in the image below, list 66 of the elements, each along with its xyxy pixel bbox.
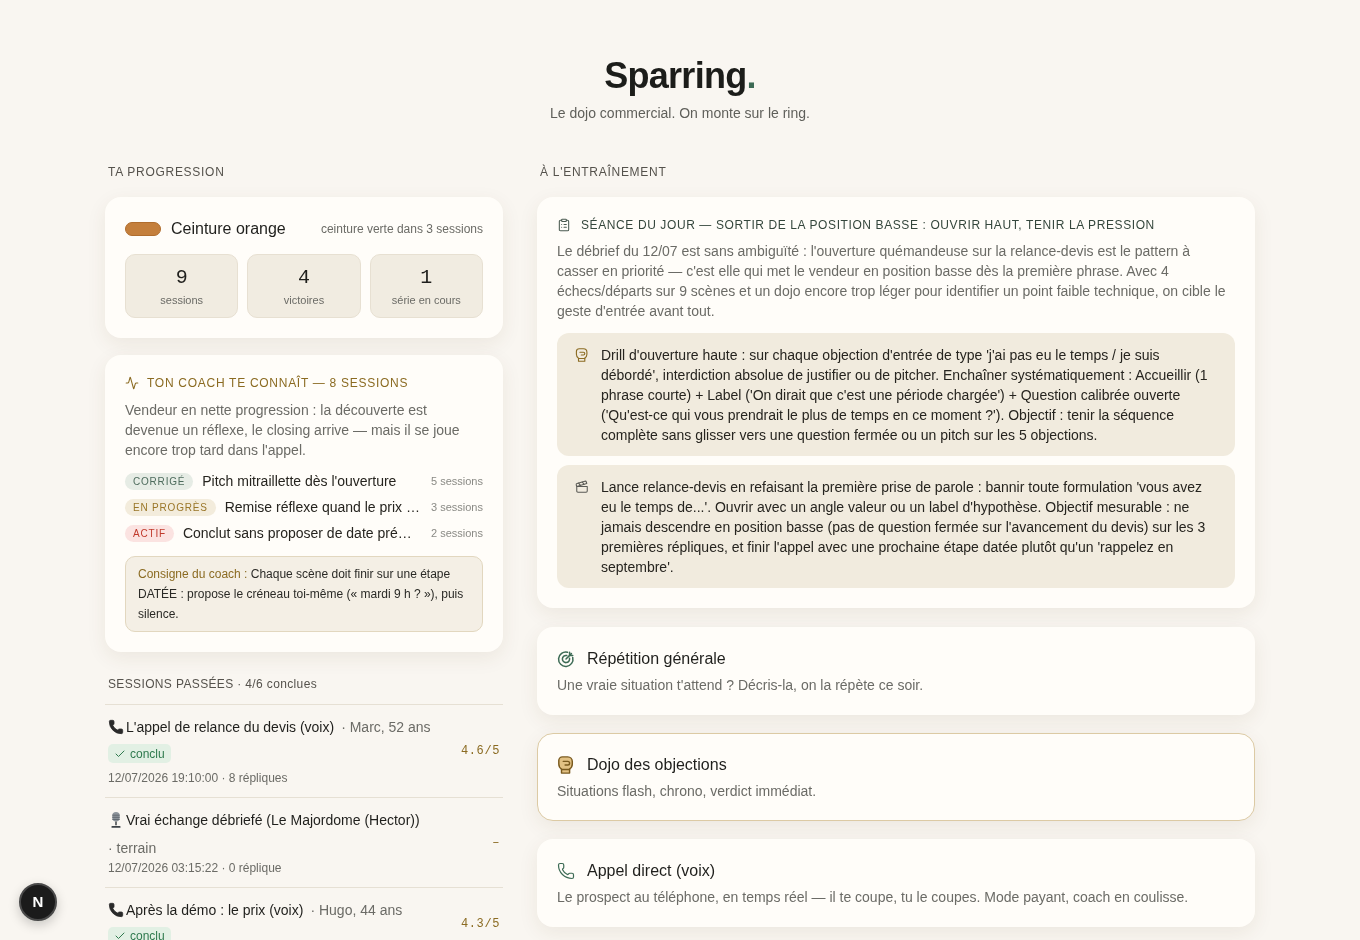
target-icon [557,650,575,668]
session-row[interactable]: Après la démo : le prix (voix) · Hugo, 44 ans conclu 4.3/5 [105,886,503,940]
session-plan-title: SÉANCE DU JOUR — SORTIR DE LA POSITION BASSE : OUVRIR HAUT, TENIR LA PRESSION [581,217,1155,233]
status-badge: ACTIF [125,524,174,542]
clapperboard-icon [575,480,589,494]
session-meta: · terrain [108,838,157,858]
mode-title: Répétition générale [587,649,726,669]
weakness-label: Remise réflexe quand le prix … [224,498,421,517]
stat-value: 4 [298,265,310,291]
belt-icon [125,222,161,236]
drill-text: Lance relance-devis en refaisant la première prise de parole : bannir toute formulation 'vous avez eu le temps de...'. Ouvrir avec un angle valeur ou un label d'hypothèse. Objectif mesurable : ne jamais descendre en position basse (pas de question fermée sur l'avancement du devis) sur les 3 premières répliques, et finir l'appel avec une prochaine étape datée plutôt qu'un 'rappelez en septembre'. [601,478,1207,577]
weakness-label: Conclut sans proposer de date pré… [182,524,413,543]
stat-value: 9 [175,265,188,291]
belt-level: Ceinture orange [171,219,286,239]
mode-card[interactable]: Dojo des objections Situations flash, chrono, verdict immédiat. [537,733,1255,821]
session-plan-summary: Le débrief du 12/07 est sans ambiguïté : l'ouverture quémandeuse sur la relance-devis est le pattern à casser en priorité — c'est elle qui met le vendeur en position basse dès la première phrase. Avec 4 échecs/départs sur 9 scènes et un dojo encore trop léger pour identifier un point faible technique, on cible le geste d'entrée avant tout. [557,242,1227,321]
session-count: 3 sessions [431,500,483,515]
session-title: Vrai échange débriefé (Le Majordome (Hector)) [126,810,420,830]
app-title: Sparring. [604,54,756,98]
mode-description: Une vraie situation t'attend ? Décris-la, on la répète ce soir. [557,676,925,695]
session-score: – [492,834,500,851]
session-meta: · Hugo, 44 ans [310,900,403,920]
phone-icon [557,862,575,880]
check-icon [114,930,126,940]
status-text: conclu [130,745,165,762]
session-title: L'appel de relance du devis (voix) [126,718,335,737]
pulse-icon [125,376,139,390]
tagline: Le dojo commercial. On monte sur le ring. [550,104,810,123]
coach-instruction: Consigne du coach : Chaque scène doit finir sur une étape DATÉE : propose le créneau toi-même (« mardi 9 h ? »), puis silence. [125,556,483,632]
status-badge: EN PROGRÈS [125,498,216,516]
stat-label: sessions [160,293,204,308]
status-badge: CORRIGÉ [125,472,194,490]
session-row[interactable]: L'appel de relance du devis (voix) · Marc, 52 ans conclu 12/07/2026 19:10:00 · 8 répliques 4.6/5 [105,704,503,797]
mode-description: Le prospect au téléphone, en temps réel — il te coupe, tu le coupes. Mode payant, coach en coulisse. [557,888,1190,907]
dev-tools-button[interactable]: N [19,883,57,921]
drill-text: Drill d'ouverture haute : sur chaque objection d'entrée de type 'j'ai pas eu le temps / je suis débordé', interdiction absolue de justifier ou de pitcher. Enchaîner systématiquement : Accueillir (1 phrase courte) + Label ('On dirait que c'est une période chargée') + Question calibrée ouverte ('Qu'est-ce qui vous prendrait le plus de temps en ce moment ?'). Objectif : tenir la séquence complète sans glisser vers une question fermée ou un pitch sur les 5 objections. [601,346,1209,445]
weakness-label: Pitch mitraillette dès l'ouverture [202,472,398,491]
phone-icon [108,719,124,735]
session-details: 12/07/2026 19:10:00 · 8 répliques [108,769,289,786]
session-meta: · Marc, 52 ans [341,718,431,737]
session-row[interactable]: Vrai échange débriefé (Le Majordome (Hector)) · terrain 12/07/2026 03:15:22 · 0 réplique – [105,796,503,887]
session-count: 5 sessions [431,474,483,489]
section-heading: TA PROGRESSION [107,164,226,181]
coach-heading: TON COACH TE CONNAÎT — 8 SESSIONS [147,375,409,391]
mode-title: Dojo des objections [587,755,727,775]
session-count: 2 sessions [431,526,483,541]
coach-summary: Vendeur en nette progression : la découverte est devenue un réflexe, le closing arrive — mais il se joue encore trop tard dans l'appel. [125,401,461,460]
stat-label: victoires [283,293,325,308]
mode-card[interactable]: Répétition générale Une vraie situation t'attend ? Décris-la, on la répète ce soir. [537,627,1255,715]
session-score: 4.6/5 [461,743,500,760]
phone-icon [108,901,124,918]
session-title: Après la démo : le prix (voix) [126,900,304,920]
mode-description: Situations flash, chrono, verdict immédiat. [557,782,818,801]
session-score: 4.3/5 [461,916,500,933]
clipboard-icon [557,218,571,232]
mode-title: Appel direct (voix) [587,861,716,881]
stat-label: série en cours [391,293,461,308]
section-heading: SESSIONS PASSÉES · 4/6 conclues [107,676,319,692]
mode-card[interactable]: Appel direct (voix) Le prospect au téléphone, en temps réel — il te coupe, tu le coupes. Mode payant, coach en coulisse. [537,839,1255,927]
stat-value: 1 [420,265,433,291]
section-heading: À L'ENTRAÎNEMENT [539,163,668,181]
status-text: conclu [130,928,165,940]
next-belt-note: ceinture verte dans 3 sessions [320,221,483,237]
session-details: 12/07/2026 03:15:22 · 0 réplique [108,859,283,876]
glove-icon [575,348,589,362]
glove-icon [557,756,575,774]
